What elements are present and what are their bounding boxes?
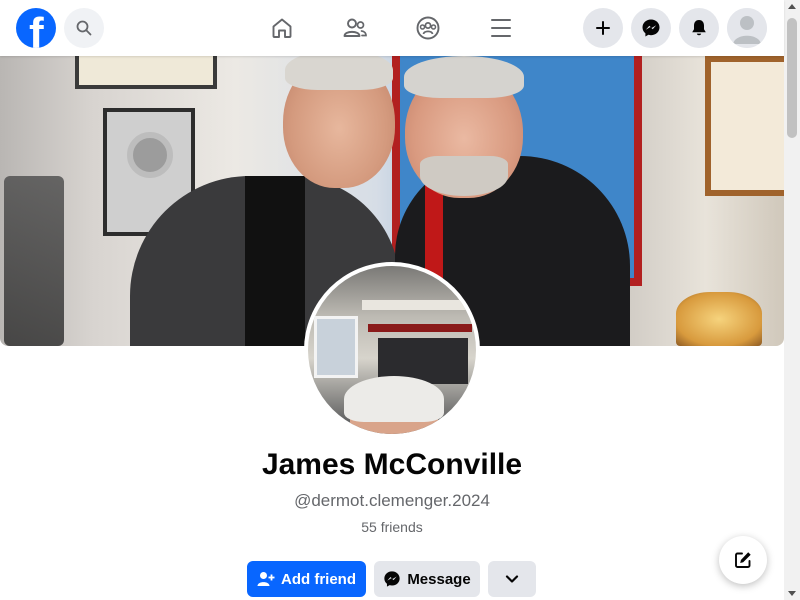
profile-handle: @dermot.clemenger.2024 [294,491,490,510]
messenger-button[interactable] [631,8,671,48]
chevron-down-icon [505,575,519,583]
scroll-down-arrow-icon[interactable] [788,591,796,596]
facebook-logo[interactable]: f [16,8,56,48]
cover-record-disc [127,132,173,178]
nav-groups[interactable] [408,8,448,48]
scroll-thumb[interactable] [787,18,797,138]
bell-icon [692,20,706,36]
cover-microphone-shape [4,176,64,346]
default-avatar-icon [727,8,767,48]
cover-person-right-hair [404,56,524,98]
groups-icon [416,16,440,40]
page-scrollbar[interactable] [784,0,800,600]
profile-name: James McConville [261,448,523,481]
nav-home[interactable] [262,8,302,48]
search-icon [76,20,92,36]
search-button[interactable] [64,8,104,48]
cover-lamp [676,292,762,346]
notifications-button[interactable] [679,8,719,48]
home-icon [272,18,292,38]
messenger-icon [383,570,401,588]
top-nav-bar: f [0,0,784,56]
friends-count-link[interactable]: 55 friends [0,519,784,535]
compose-icon [735,552,751,568]
account-avatar-button[interactable] [727,8,767,48]
profile-picture-image [308,266,476,434]
cover-certificate-frame [705,56,784,196]
cover-wall-frame [75,56,217,89]
cover-person-right-beard [420,156,508,196]
add-friend-label: Add friend [281,570,356,588]
nav-menu[interactable] [481,8,521,48]
plus-icon [596,21,610,35]
profile-pic-hair [344,376,444,422]
messenger-icon [642,19,660,37]
profile-picture[interactable] [304,262,480,438]
new-message-button[interactable] [719,536,767,584]
friends-icon [343,18,367,37]
profile-pic-shelf [362,300,472,310]
message-label: Message [407,570,471,588]
facebook-logo-letter: f [29,9,44,49]
add-friend-button[interactable]: Add friend [247,561,366,597]
message-button[interactable]: Message [374,561,480,597]
profile-pic-shelf-red [368,324,472,332]
menu-icon [491,19,511,37]
more-options-button[interactable] [488,561,536,597]
scroll-up-arrow-icon[interactable] [788,4,796,9]
add-friend-icon [257,571,275,587]
create-button[interactable] [583,8,623,48]
nav-friends[interactable] [335,8,375,48]
profile-pic-window [314,316,358,378]
cover-person-left-hair [285,56,393,90]
cover-person-left-shirt [245,176,305,346]
